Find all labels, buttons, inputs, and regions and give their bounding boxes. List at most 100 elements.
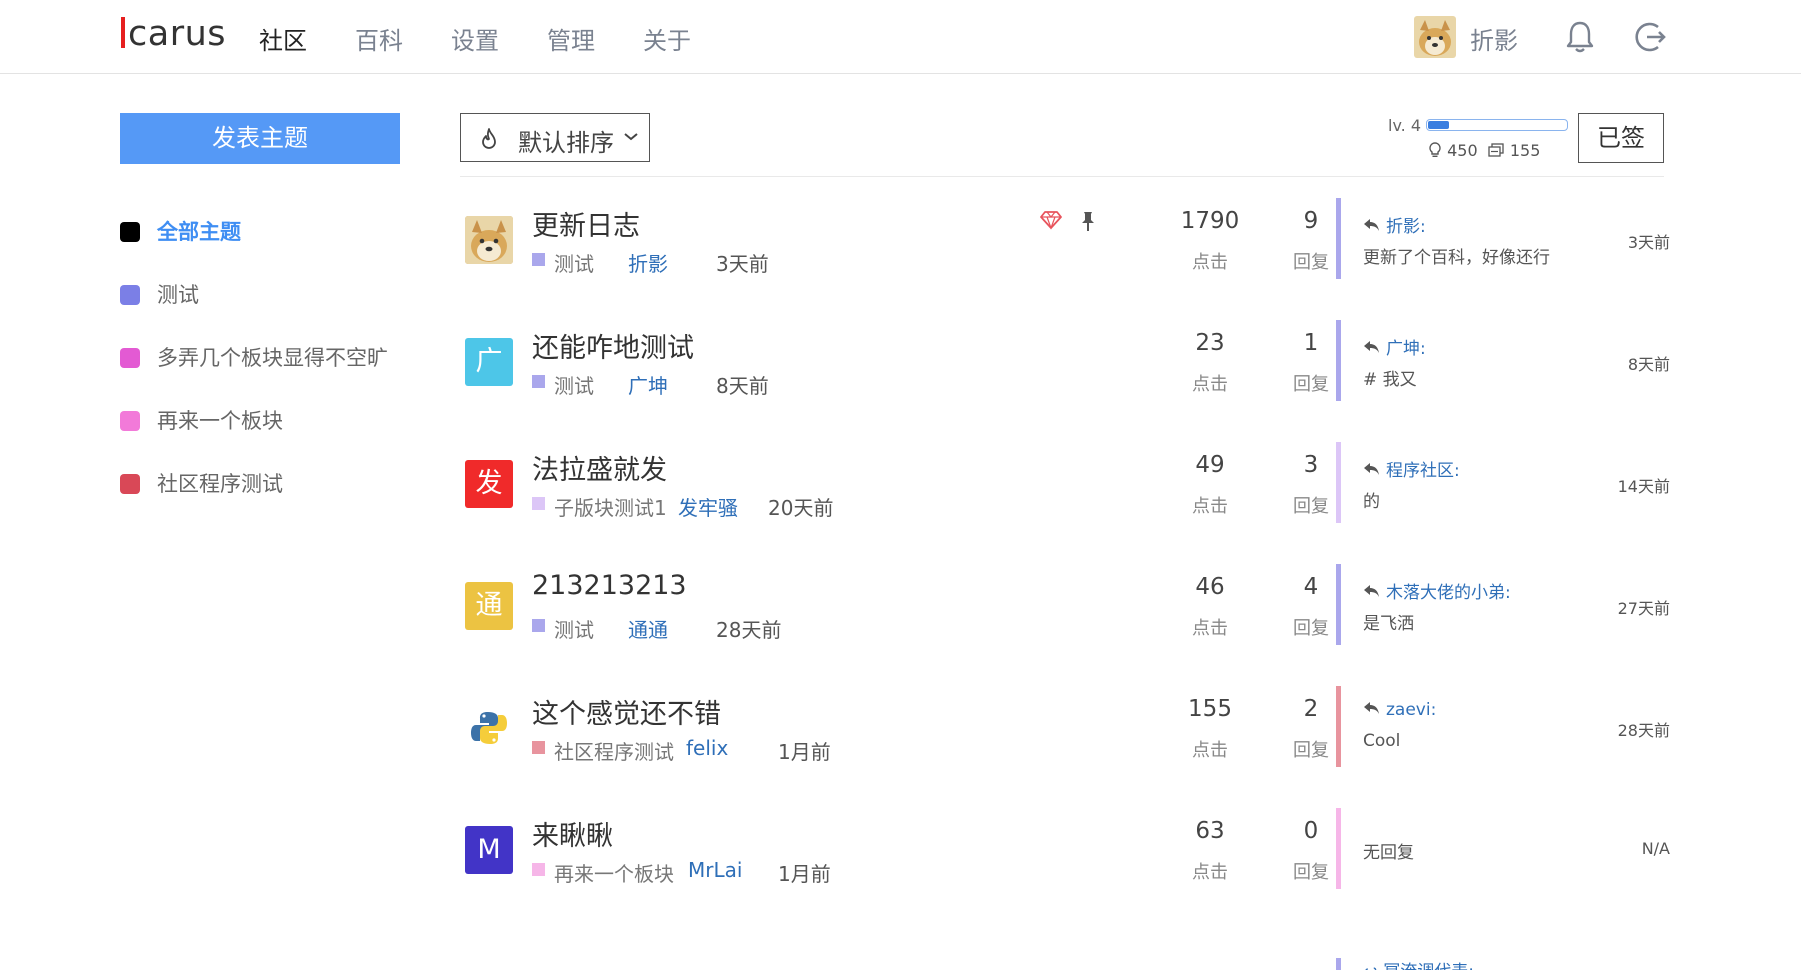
author-name[interactable]: 折影 [628, 248, 668, 277]
topic-title[interactable]: 来瞅瞅 [532, 814, 613, 853]
sort-label: 默认排序 [518, 129, 614, 157]
sort-dropdown[interactable]: 默认排序 [460, 113, 650, 162]
top-navbar: carus 社区 百科 设置 管理 关于 折影 [0, 0, 1801, 74]
avatar-letter: 广 [475, 346, 503, 377]
coins-value: 155 [1509, 141, 1541, 160]
reply-arrow-icon [1363, 583, 1380, 603]
board-swatch [532, 741, 545, 754]
board-name[interactable]: 测试 [554, 248, 594, 277]
new-topic-button[interactable]: 发表主题 [120, 113, 400, 164]
reply-time: 8天前 [1627, 355, 1670, 374]
category-label: 测试 [157, 283, 199, 307]
category-another-board[interactable]: 再来一个板块 [120, 405, 283, 433]
topic-row[interactable]: 这个感觉还不错 社区程序测试 felix 1月前 155 点击 2 回复 zaevi: Cool 2… [460, 686, 1670, 786]
author-avatar[interactable]: 发 [465, 460, 513, 508]
exp-value: 450 [1447, 141, 1478, 160]
category-program-test[interactable]: 社区程序测试 [120, 468, 283, 496]
diamond-icon [1040, 210, 1062, 234]
topic-row[interactable]: 通 213213213 测试 通通 28天前 46 点击 4 回复 木落大佬的小弟: 是飞洒 27天前 [460, 564, 1670, 664]
view-count: 46 [1195, 574, 1225, 600]
topic-row[interactable]: 更新日志 测试 折影 3天前 1790 点击 9 回复 折影: 更新了个百科，好像还行 3天前 [460, 198, 1670, 298]
reply-user[interactable]: zaevi: [1363, 700, 1436, 720]
category-label: 全部主题 [157, 220, 241, 244]
post-time: 8天前 [716, 374, 769, 398]
level-progress-fill [1428, 121, 1449, 129]
user-name[interactable]: 折影 [1470, 21, 1518, 56]
reply-user-name: 折影: [1386, 217, 1426, 237]
post-time: 28天前 [716, 618, 782, 642]
view-label: 点击 [1192, 374, 1228, 395]
author-avatar[interactable]: 广 [465, 338, 513, 386]
category-test[interactable]: 测试 [120, 279, 199, 307]
author-avatar[interactable]: 通 [465, 582, 513, 630]
topic-title[interactable]: 这个感觉还不错 [532, 692, 721, 731]
board-name[interactable]: 子版块测试1 [554, 492, 667, 521]
category-more-boards[interactable]: 多弄几个板块显得不空旷 [120, 342, 388, 370]
reply-bar [1336, 958, 1341, 970]
reply-user[interactable]: 折影: [1363, 212, 1426, 237]
coins-icon [1487, 141, 1505, 160]
topic-row[interactable]: 广还能咋地测试 测试 广坤 8天前 23 点击 1 回复 广坤: # 我又 8天前 [460, 320, 1670, 420]
board-swatch [532, 619, 545, 632]
reply-user[interactable]: ↩ 冥淹调代表: [1363, 958, 1474, 970]
topic-row[interactable]: M 来瞅瞅 再来一个板块 MrLai 1月前 63 点击 0 回复 无回复 N/A [460, 808, 1670, 908]
board-name[interactable]: 测试 [554, 614, 594, 643]
nav-community[interactable]: 社区 [259, 21, 307, 56]
reply-time: 3天前 [1627, 233, 1670, 252]
nav-admin[interactable]: 管理 [547, 21, 595, 56]
logo-text: carus [128, 14, 226, 54]
reply-excerpt: # 我又 [1363, 370, 1417, 390]
topic-row[interactable]: 发法拉盛就发 子版块测试1 发牢骚 20天前 49 点击 3 回复 程序社区: 的 14天前 [460, 442, 1670, 542]
author-name[interactable]: felix [686, 736, 728, 760]
author-name[interactable]: 发牢骚 [678, 492, 738, 521]
avatar-letter: M [477, 834, 501, 865]
level-progress-bar [1426, 119, 1568, 131]
reply-bar [1336, 808, 1341, 889]
site-logo[interactable]: carus [121, 14, 226, 54]
author-name[interactable]: MrLai [688, 858, 742, 882]
topic-title[interactable]: 还能咋地测试 [532, 326, 694, 365]
board-name[interactable]: 社区程序测试 [554, 736, 674, 765]
logout-icon[interactable] [1630, 18, 1668, 56]
author-name[interactable]: 广坤 [628, 370, 668, 399]
post-time: 1月前 [778, 862, 831, 886]
reply-user[interactable]: 广坤: [1363, 334, 1426, 359]
board-name[interactable]: 测试 [554, 370, 594, 399]
reply-user-name: 程序社区: [1386, 461, 1460, 481]
reply-bar [1336, 198, 1341, 279]
category-all[interactable]: 全部主题 [120, 216, 241, 244]
sign-in-button[interactable]: 已签 [1578, 113, 1664, 163]
board-name[interactable]: 再来一个板块 [554, 858, 674, 887]
reply-user-name: 木落大佬的小弟: [1386, 583, 1511, 603]
view-count: 1790 [1180, 208, 1240, 234]
avatar-letter: 发 [475, 468, 503, 499]
nav-settings[interactable]: 设置 [451, 21, 499, 56]
reply-label: 回复 [1293, 252, 1329, 273]
board-swatch [532, 253, 545, 266]
reply-time: N/A [1641, 839, 1670, 858]
topic-title[interactable]: 更新日志 [532, 204, 640, 243]
topic-title[interactable]: 213213213 [532, 570, 687, 601]
board-swatch [532, 375, 545, 388]
view-count: 155 [1188, 696, 1232, 722]
user-avatar[interactable] [1414, 16, 1456, 58]
reply-label: 回复 [1293, 740, 1329, 761]
bulb-icon [1428, 141, 1442, 160]
nav-about[interactable]: 关于 [643, 21, 691, 56]
author-name[interactable]: 通通 [628, 614, 668, 643]
reply-bar [1336, 564, 1341, 645]
topic-title[interactable]: 法拉盛就发 [532, 448, 667, 487]
author-avatar[interactable] [465, 216, 513, 264]
reply-arrow-icon: ↩ [1363, 962, 1377, 970]
author-avatar[interactable]: M [465, 826, 513, 874]
reply-bar [1336, 686, 1341, 767]
reply-user[interactable]: 程序社区: [1363, 456, 1460, 481]
chevron-down-icon [623, 125, 639, 153]
author-avatar[interactable] [465, 704, 513, 752]
reply-user[interactable]: 木落大佬的小弟: [1363, 578, 1511, 603]
reply-count: 3 [1303, 452, 1319, 478]
nav-wiki[interactable]: 百科 [355, 21, 403, 56]
bell-icon[interactable] [1561, 18, 1599, 56]
reply-excerpt: Cool [1363, 731, 1401, 751]
reply-user-name: 冥淹调代表: [1383, 962, 1474, 970]
